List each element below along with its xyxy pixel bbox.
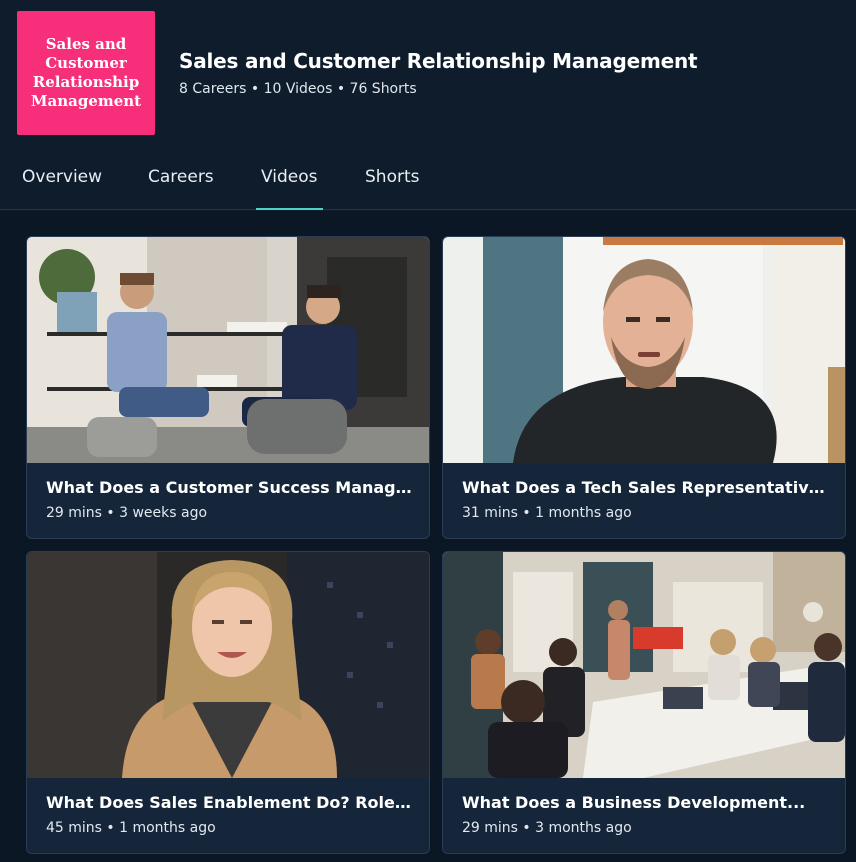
- video-title[interactable]: What Does a Business Development...: [462, 793, 832, 812]
- video-card[interactable]: What Does a Tech Sales Representative...…: [442, 236, 846, 539]
- tab-underline: [360, 208, 424, 210]
- tab-underline: [143, 208, 219, 210]
- two-men-interview-photo: [27, 237, 429, 463]
- video-card[interactable]: What Does a Business Development... 29 m…: [442, 551, 846, 854]
- video-card[interactable]: What Does Sales Enablement Do? Roles,...…: [26, 551, 430, 854]
- tab-careers[interactable]: Careers: [148, 158, 214, 210]
- video-thumbnail[interactable]: [27, 237, 429, 463]
- tab-underline-active: [256, 208, 323, 210]
- video-title[interactable]: What Does a Tech Sales Representative...: [462, 478, 832, 497]
- video-card[interactable]: What Does a Customer Success Manager... …: [26, 236, 430, 539]
- tab-label: Overview: [22, 167, 103, 187]
- topic-logo: Sales and Customer Relationship Manageme…: [17, 11, 155, 135]
- video-meta: 45 mins • 1 months ago: [46, 820, 216, 836]
- tab-overview[interactable]: Overview: [22, 158, 102, 210]
- tab-label: Shorts: [365, 167, 420, 187]
- video-thumbnail[interactable]: [27, 552, 429, 778]
- page-title: Sales and Customer Relationship Manageme…: [179, 49, 698, 73]
- topic-header: Sales and Customer Relationship Manageme…: [0, 0, 856, 210]
- video-title[interactable]: What Does Sales Enablement Do? Roles,...: [46, 793, 416, 812]
- video-thumbnail[interactable]: [443, 552, 845, 778]
- video-thumbnail[interactable]: [443, 237, 845, 463]
- video-meta: 29 mins • 3 months ago: [462, 820, 632, 836]
- tab-label: Videos: [261, 167, 318, 187]
- video-meta: 31 mins • 1 months ago: [462, 505, 632, 521]
- topic-stats: 8 Careers • 10 Videos • 76 Shorts: [179, 81, 417, 97]
- tab-label: Careers: [148, 167, 214, 187]
- video-grid: What Does a Customer Success Manager... …: [0, 211, 856, 862]
- video-title[interactable]: What Does a Customer Success Manager...: [46, 478, 416, 497]
- man-webcam-photo: [443, 237, 845, 463]
- tab-underline: [17, 208, 107, 210]
- tab-videos[interactable]: Videos: [256, 158, 323, 210]
- woman-smiling-photo: [27, 552, 429, 778]
- tab-shorts[interactable]: Shorts: [365, 158, 419, 210]
- tab-bar: Overview Careers Videos Shorts: [0, 158, 856, 210]
- office-meeting-photo: [443, 552, 845, 778]
- video-meta: 29 mins • 3 weeks ago: [46, 505, 208, 521]
